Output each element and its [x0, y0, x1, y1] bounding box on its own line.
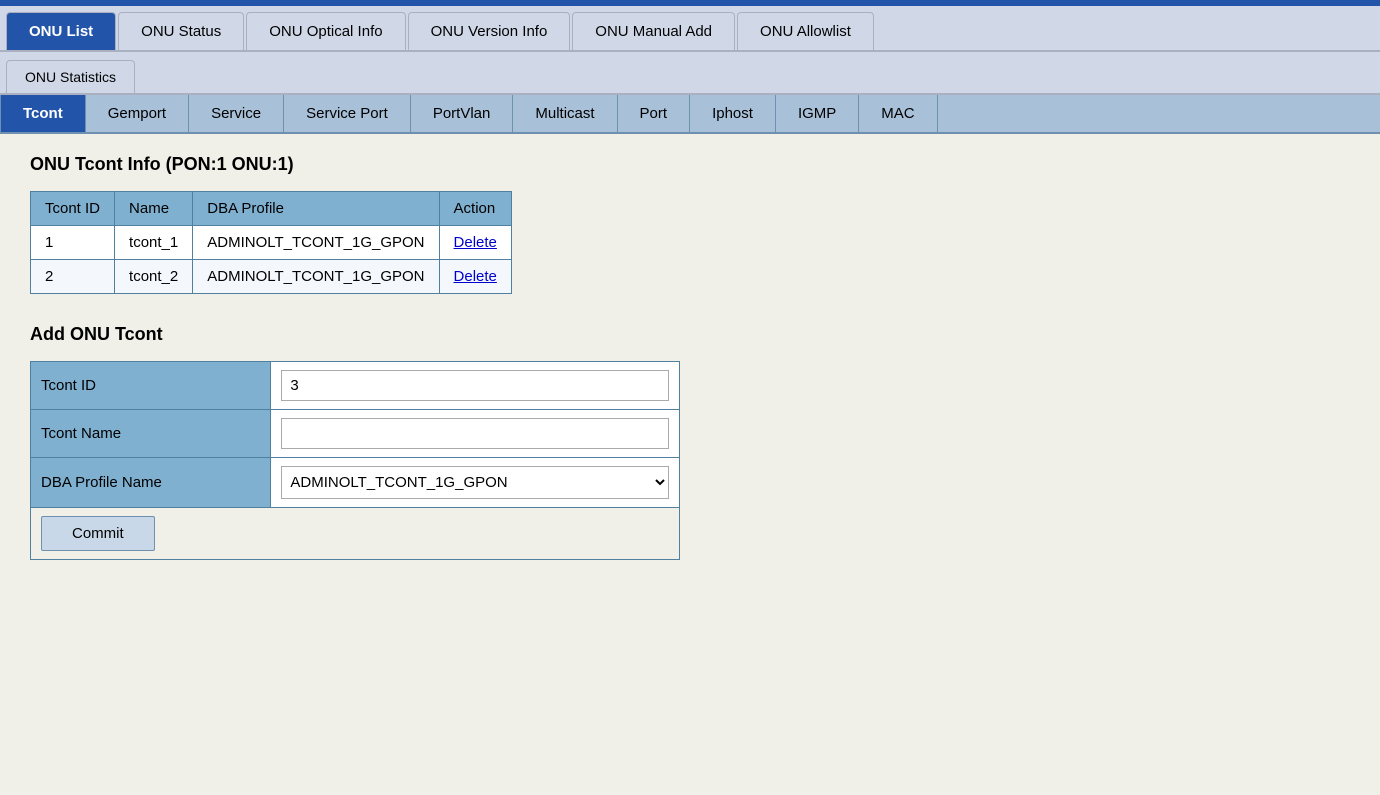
subtab-service-port[interactable]: Service Port	[284, 95, 411, 132]
tab-onu-status[interactable]: ONU Status	[118, 12, 244, 50]
col-dba-profile: DBA Profile	[193, 192, 439, 226]
tcont-name-input-cell	[271, 410, 680, 458]
col-tcont-id: Tcont ID	[31, 192, 115, 226]
tab-onu-list[interactable]: ONU List	[6, 12, 116, 50]
tcont-id-input[interactable]	[281, 370, 669, 401]
tcont-name-label: Tcont Name	[31, 410, 271, 458]
row1-tcont-id: 1	[31, 226, 115, 260]
commit-row: Commit	[31, 508, 680, 560]
tab-onu-version-info[interactable]: ONU Version Info	[408, 12, 571, 50]
row2-tcont-id: 2	[31, 260, 115, 294]
tab-onu-statistics[interactable]: ONU Statistics	[6, 60, 135, 93]
tab-onu-manual-add[interactable]: ONU Manual Add	[572, 12, 735, 50]
tab-onu-optical-info[interactable]: ONU Optical Info	[246, 12, 405, 50]
commit-button[interactable]: Commit	[41, 516, 155, 551]
dba-profile-row: DBA Profile Name ADMINOLT_TCONT_1G_GPON …	[31, 458, 680, 508]
col-action: Action	[439, 192, 511, 226]
main-tab-bar: ONU List ONU Status ONU Optical Info ONU…	[0, 6, 1380, 52]
tcont-id-row: Tcont ID	[31, 362, 680, 410]
dba-profile-select-cell: ADMINOLT_TCONT_1G_GPON ADMINOLT_TCONT_10…	[271, 458, 680, 508]
subtab-service[interactable]: Service	[189, 95, 284, 132]
tcont-id-input-cell	[271, 362, 680, 410]
info-section-title: ONU Tcont Info (PON:1 ONU:1)	[30, 154, 1350, 175]
dba-profile-label: DBA Profile Name	[31, 458, 271, 508]
add-section-title: Add ONU Tcont	[30, 324, 1350, 345]
row1-action: Delete	[439, 226, 511, 260]
subtab-multicast[interactable]: Multicast	[513, 95, 617, 132]
table-row: 2 tcont_2 ADMINOLT_TCONT_1G_GPON Delete	[31, 260, 512, 294]
sub-tab-bar: Tcont Gemport Service Service Port PortV…	[0, 95, 1380, 134]
row2-dba-profile: ADMINOLT_TCONT_1G_GPON	[193, 260, 439, 294]
subtab-iphost[interactable]: Iphost	[690, 95, 776, 132]
tab-onu-allowlist[interactable]: ONU Allowlist	[737, 12, 874, 50]
row2-name: tcont_2	[115, 260, 193, 294]
subtab-port[interactable]: Port	[618, 95, 691, 132]
tcont-name-input[interactable]	[281, 418, 669, 449]
subtab-gemport[interactable]: Gemport	[86, 95, 189, 132]
col-name: Name	[115, 192, 193, 226]
row1-delete-link[interactable]: Delete	[454, 234, 497, 251]
table-row: 1 tcont_1 ADMINOLT_TCONT_1G_GPON Delete	[31, 226, 512, 260]
add-tcont-table: Tcont ID Tcont Name DBA Profile Name ADM…	[30, 361, 680, 560]
main-content: ONU Tcont Info (PON:1 ONU:1) Tcont ID Na…	[0, 134, 1380, 580]
row2-delete-link[interactable]: Delete	[454, 268, 497, 285]
row1-dba-profile: ADMINOLT_TCONT_1G_GPON	[193, 226, 439, 260]
subtab-igmp[interactable]: IGMP	[776, 95, 859, 132]
tcont-id-label: Tcont ID	[31, 362, 271, 410]
tcont-info-table: Tcont ID Name DBA Profile Action 1 tcont…	[30, 191, 512, 294]
tcont-name-row: Tcont Name	[31, 410, 680, 458]
secondary-tab-bar: ONU Statistics	[0, 52, 1380, 95]
subtab-tcont[interactable]: Tcont	[0, 95, 86, 132]
row2-action: Delete	[439, 260, 511, 294]
row1-name: tcont_1	[115, 226, 193, 260]
dba-profile-select[interactable]: ADMINOLT_TCONT_1G_GPON ADMINOLT_TCONT_10…	[281, 466, 669, 499]
subtab-portvlan[interactable]: PortVlan	[411, 95, 514, 132]
subtab-mac[interactable]: MAC	[859, 95, 937, 132]
